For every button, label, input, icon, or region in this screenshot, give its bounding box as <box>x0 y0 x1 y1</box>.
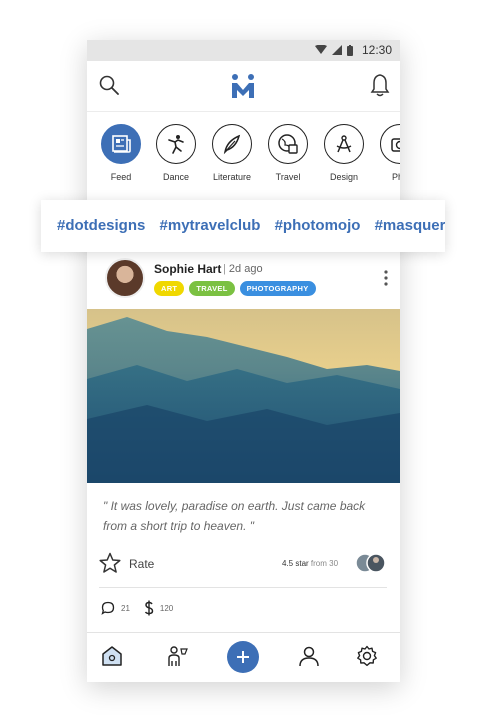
post-time: | 2d ago <box>223 263 263 275</box>
add-icon <box>237 651 249 663</box>
hashtag-item[interactable]: #photomojo <box>275 217 361 234</box>
dollar-icon[interactable] <box>144 600 154 616</box>
category-photo[interactable]: Pho <box>372 124 400 182</box>
wifi-icon <box>314 45 327 54</box>
search-icon[interactable] <box>99 75 119 95</box>
hashtag-item[interactable]: #masquerad <box>375 217 445 234</box>
signal-icon <box>331 45 342 55</box>
category-label: Feed <box>110 172 132 182</box>
category-strip: Feed Dance Literature Travel Design P <box>87 124 400 194</box>
divider <box>99 587 387 588</box>
battery-icon <box>346 44 353 56</box>
globe-luggage-icon <box>278 134 298 154</box>
category-dance[interactable]: Dance <box>148 124 204 182</box>
star-icon[interactable] <box>99 552 121 574</box>
category-travel[interactable]: Travel <box>260 124 316 182</box>
quill-icon <box>223 134 241 155</box>
tag-photography[interactable]: PHOTOGRAPHY <box>239 281 316 296</box>
rating-summary: 4.5 star from 30 <box>282 559 338 568</box>
rating-value: 4.5 star <box>282 559 309 568</box>
category-label: Literature <box>212 172 252 182</box>
tag-travel[interactable]: TRAVEL <box>189 281 235 296</box>
app-bar <box>87 61 400 112</box>
category-literature[interactable]: Literature <box>204 124 260 182</box>
hashtag-bar: #dotdesigns #mytravelclub #photomojo #ma… <box>41 200 445 252</box>
app-logo[interactable] <box>231 73 255 99</box>
post-tags: ART TRAVEL PHOTOGRAPHY <box>154 281 316 296</box>
dancer-icon <box>168 135 184 154</box>
camera-icon <box>391 138 400 152</box>
tips-count: 120 <box>159 603 174 613</box>
category-label: Pho <box>391 172 400 182</box>
post-photo[interactable] <box>87 309 400 483</box>
post-author[interactable]: Sophie Hart <box>154 262 221 276</box>
rating-count: from 30 <box>310 559 339 568</box>
post-quote: " It was lovely, paradise on earth. Just… <box>103 499 366 533</box>
profile-icon[interactable] <box>298 645 320 667</box>
tag-art[interactable]: ART <box>154 281 185 296</box>
bottom-nav <box>87 632 400 682</box>
rate-row: Rate 4.5 star from 30 <box>99 552 389 576</box>
more-options-icon[interactable] <box>383 270 389 286</box>
category-label: Design <box>329 172 358 182</box>
category-design[interactable]: Design <box>316 124 372 182</box>
category-label: Travel <box>275 172 301 182</box>
home-icon[interactable] <box>101 645 123 667</box>
category-feed[interactable]: Feed <box>93 124 149 182</box>
add-button[interactable] <box>227 641 259 673</box>
community-icon[interactable] <box>165 645 189 667</box>
bell-icon[interactable] <box>370 73 390 97</box>
voter-avatars[interactable] <box>354 552 388 574</box>
comments-count: 21 <box>121 603 130 613</box>
settings-icon[interactable] <box>356 645 378 667</box>
phone-screen: 12:30 Feed Dance Literature Travel Desig… <box>87 40 400 682</box>
status-time: 12:30 <box>361 43 392 57</box>
post-stats: 21 120 <box>101 600 173 616</box>
hashtag-item[interactable]: #mytravelclub <box>160 217 261 234</box>
comment-icon[interactable] <box>101 601 115 615</box>
compass-icon <box>336 135 352 153</box>
rate-button[interactable]: Rate <box>129 557 154 571</box>
avatar[interactable] <box>105 258 145 298</box>
newspaper-icon <box>112 135 131 153</box>
hashtag-item[interactable]: #dotdesigns <box>57 217 145 234</box>
status-bar: 12:30 <box>87 40 400 61</box>
post-time-text: 2d ago <box>228 263 263 275</box>
category-label: Dance <box>162 172 189 182</box>
